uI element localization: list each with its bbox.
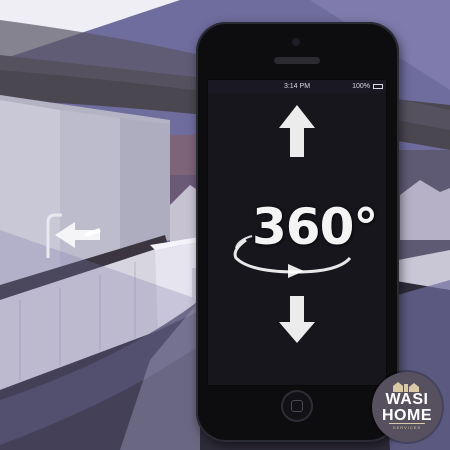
brand-line-2: HOME xyxy=(382,407,432,424)
brand-tagline: SERVICES xyxy=(392,425,422,430)
brand-badge: WASI HOME SERVICES xyxy=(372,372,442,442)
label-360: 360° xyxy=(252,198,378,256)
promo-image: 3:14 PM 100% 360° WASI HOME SERVICES xyxy=(0,0,450,450)
brand-line-1: WASI xyxy=(385,391,429,408)
arrow-down-icon xyxy=(279,296,315,343)
brand-divider xyxy=(389,423,425,424)
arrow-left-icon xyxy=(55,222,100,248)
arrow-up-icon xyxy=(279,105,315,157)
